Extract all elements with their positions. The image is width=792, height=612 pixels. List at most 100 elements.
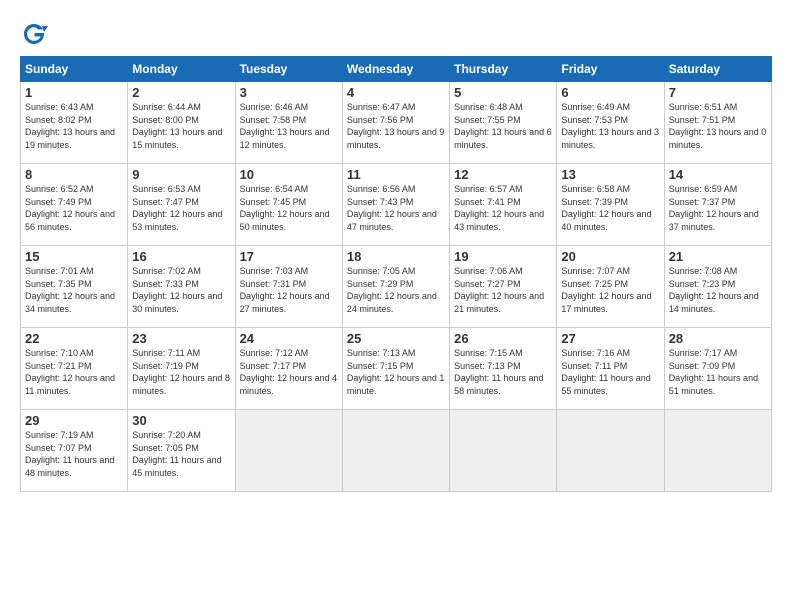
calendar-cell: 9Sunrise: 6:53 AMSunset: 7:47 PMDaylight… — [128, 164, 235, 246]
day-number: 23 — [132, 331, 230, 346]
day-number: 13 — [561, 167, 659, 182]
calendar-cell: 20Sunrise: 7:07 AMSunset: 7:25 PMDayligh… — [557, 246, 664, 328]
calendar-cell: 1Sunrise: 6:43 AMSunset: 8:02 PMDaylight… — [21, 82, 128, 164]
calendar-cell: 13Sunrise: 6:58 AMSunset: 7:39 PMDayligh… — [557, 164, 664, 246]
calendar-cell — [235, 410, 342, 492]
day-number: 16 — [132, 249, 230, 264]
calendar-row-3: 22Sunrise: 7:10 AMSunset: 7:21 PMDayligh… — [21, 328, 772, 410]
day-number: 9 — [132, 167, 230, 182]
day-number: 6 — [561, 85, 659, 100]
day-info: Sunrise: 6:47 AMSunset: 7:56 PMDaylight:… — [347, 101, 445, 151]
day-number: 3 — [240, 85, 338, 100]
day-info: Sunrise: 7:03 AMSunset: 7:31 PMDaylight:… — [240, 265, 338, 315]
calendar-cell: 29Sunrise: 7:19 AMSunset: 7:07 PMDayligh… — [21, 410, 128, 492]
day-info: Sunrise: 7:16 AMSunset: 7:11 PMDaylight:… — [561, 347, 659, 397]
day-number: 17 — [240, 249, 338, 264]
day-info: Sunrise: 7:12 AMSunset: 7:17 PMDaylight:… — [240, 347, 338, 397]
calendar-row-0: 1Sunrise: 6:43 AMSunset: 8:02 PMDaylight… — [21, 82, 772, 164]
calendar-cell — [450, 410, 557, 492]
day-number: 22 — [25, 331, 123, 346]
col-friday: Friday — [557, 57, 664, 82]
calendar-cell: 21Sunrise: 7:08 AMSunset: 7:23 PMDayligh… — [664, 246, 771, 328]
calendar-cell: 18Sunrise: 7:05 AMSunset: 7:29 PMDayligh… — [342, 246, 449, 328]
day-info: Sunrise: 6:52 AMSunset: 7:49 PMDaylight:… — [25, 183, 123, 233]
col-sunday: Sunday — [21, 57, 128, 82]
header — [20, 16, 772, 48]
day-number: 27 — [561, 331, 659, 346]
day-number: 12 — [454, 167, 552, 182]
calendar-cell: 23Sunrise: 7:11 AMSunset: 7:19 PMDayligh… — [128, 328, 235, 410]
calendar-table: Sunday Monday Tuesday Wednesday Thursday… — [20, 56, 772, 492]
day-info: Sunrise: 7:11 AMSunset: 7:19 PMDaylight:… — [132, 347, 230, 397]
day-info: Sunrise: 7:07 AMSunset: 7:25 PMDaylight:… — [561, 265, 659, 315]
day-info: Sunrise: 7:06 AMSunset: 7:27 PMDaylight:… — [454, 265, 552, 315]
day-number: 19 — [454, 249, 552, 264]
calendar-cell: 15Sunrise: 7:01 AMSunset: 7:35 PMDayligh… — [21, 246, 128, 328]
day-info: Sunrise: 6:49 AMSunset: 7:53 PMDaylight:… — [561, 101, 659, 151]
col-thursday: Thursday — [450, 57, 557, 82]
calendar-cell: 11Sunrise: 6:56 AMSunset: 7:43 PMDayligh… — [342, 164, 449, 246]
day-info: Sunrise: 6:57 AMSunset: 7:41 PMDaylight:… — [454, 183, 552, 233]
day-number: 26 — [454, 331, 552, 346]
calendar-cell: 25Sunrise: 7:13 AMSunset: 7:15 PMDayligh… — [342, 328, 449, 410]
day-number: 28 — [669, 331, 767, 346]
day-info: Sunrise: 7:19 AMSunset: 7:07 PMDaylight:… — [25, 429, 123, 479]
day-info: Sunrise: 6:51 AMSunset: 7:51 PMDaylight:… — [669, 101, 767, 151]
calendar-cell: 30Sunrise: 7:20 AMSunset: 7:05 PMDayligh… — [128, 410, 235, 492]
calendar-cell: 24Sunrise: 7:12 AMSunset: 7:17 PMDayligh… — [235, 328, 342, 410]
col-wednesday: Wednesday — [342, 57, 449, 82]
day-info: Sunrise: 6:56 AMSunset: 7:43 PMDaylight:… — [347, 183, 445, 233]
calendar-cell: 19Sunrise: 7:06 AMSunset: 7:27 PMDayligh… — [450, 246, 557, 328]
day-number: 25 — [347, 331, 445, 346]
day-number: 10 — [240, 167, 338, 182]
header-row: Sunday Monday Tuesday Wednesday Thursday… — [21, 57, 772, 82]
day-number: 29 — [25, 413, 123, 428]
calendar-cell: 14Sunrise: 6:59 AMSunset: 7:37 PMDayligh… — [664, 164, 771, 246]
calendar-cell: 28Sunrise: 7:17 AMSunset: 7:09 PMDayligh… — [664, 328, 771, 410]
day-number: 11 — [347, 167, 445, 182]
logo-icon — [20, 20, 48, 48]
calendar-cell: 2Sunrise: 6:44 AMSunset: 8:00 PMDaylight… — [128, 82, 235, 164]
calendar-cell: 4Sunrise: 6:47 AMSunset: 7:56 PMDaylight… — [342, 82, 449, 164]
calendar-cell: 5Sunrise: 6:48 AMSunset: 7:55 PMDaylight… — [450, 82, 557, 164]
day-number: 7 — [669, 85, 767, 100]
calendar-cell: 26Sunrise: 7:15 AMSunset: 7:13 PMDayligh… — [450, 328, 557, 410]
day-info: Sunrise: 7:02 AMSunset: 7:33 PMDaylight:… — [132, 265, 230, 315]
calendar-row-1: 8Sunrise: 6:52 AMSunset: 7:49 PMDaylight… — [21, 164, 772, 246]
calendar-cell: 22Sunrise: 7:10 AMSunset: 7:21 PMDayligh… — [21, 328, 128, 410]
day-info: Sunrise: 6:59 AMSunset: 7:37 PMDaylight:… — [669, 183, 767, 233]
calendar-cell: 27Sunrise: 7:16 AMSunset: 7:11 PMDayligh… — [557, 328, 664, 410]
calendar-cell: 7Sunrise: 6:51 AMSunset: 7:51 PMDaylight… — [664, 82, 771, 164]
day-number: 24 — [240, 331, 338, 346]
calendar-row-4: 29Sunrise: 7:19 AMSunset: 7:07 PMDayligh… — [21, 410, 772, 492]
day-info: Sunrise: 6:54 AMSunset: 7:45 PMDaylight:… — [240, 183, 338, 233]
calendar-cell: 6Sunrise: 6:49 AMSunset: 7:53 PMDaylight… — [557, 82, 664, 164]
logo — [20, 20, 52, 48]
day-number: 18 — [347, 249, 445, 264]
calendar-cell: 3Sunrise: 6:46 AMSunset: 7:58 PMDaylight… — [235, 82, 342, 164]
day-info: Sunrise: 7:15 AMSunset: 7:13 PMDaylight:… — [454, 347, 552, 397]
day-info: Sunrise: 6:53 AMSunset: 7:47 PMDaylight:… — [132, 183, 230, 233]
calendar-cell: 8Sunrise: 6:52 AMSunset: 7:49 PMDaylight… — [21, 164, 128, 246]
day-number: 1 — [25, 85, 123, 100]
calendar-row-2: 15Sunrise: 7:01 AMSunset: 7:35 PMDayligh… — [21, 246, 772, 328]
day-number: 14 — [669, 167, 767, 182]
day-number: 8 — [25, 167, 123, 182]
day-info: Sunrise: 7:13 AMSunset: 7:15 PMDaylight:… — [347, 347, 445, 397]
day-number: 20 — [561, 249, 659, 264]
day-number: 15 — [25, 249, 123, 264]
day-info: Sunrise: 7:20 AMSunset: 7:05 PMDaylight:… — [132, 429, 230, 479]
day-info: Sunrise: 7:01 AMSunset: 7:35 PMDaylight:… — [25, 265, 123, 315]
calendar-cell — [342, 410, 449, 492]
page-container: Sunday Monday Tuesday Wednesday Thursday… — [0, 0, 792, 502]
day-number: 5 — [454, 85, 552, 100]
day-info: Sunrise: 6:48 AMSunset: 7:55 PMDaylight:… — [454, 101, 552, 151]
day-info: Sunrise: 7:05 AMSunset: 7:29 PMDaylight:… — [347, 265, 445, 315]
col-saturday: Saturday — [664, 57, 771, 82]
calendar-cell: 16Sunrise: 7:02 AMSunset: 7:33 PMDayligh… — [128, 246, 235, 328]
day-number: 4 — [347, 85, 445, 100]
calendar-cell: 10Sunrise: 6:54 AMSunset: 7:45 PMDayligh… — [235, 164, 342, 246]
day-info: Sunrise: 6:43 AMSunset: 8:02 PMDaylight:… — [25, 101, 123, 151]
col-monday: Monday — [128, 57, 235, 82]
calendar-cell — [557, 410, 664, 492]
